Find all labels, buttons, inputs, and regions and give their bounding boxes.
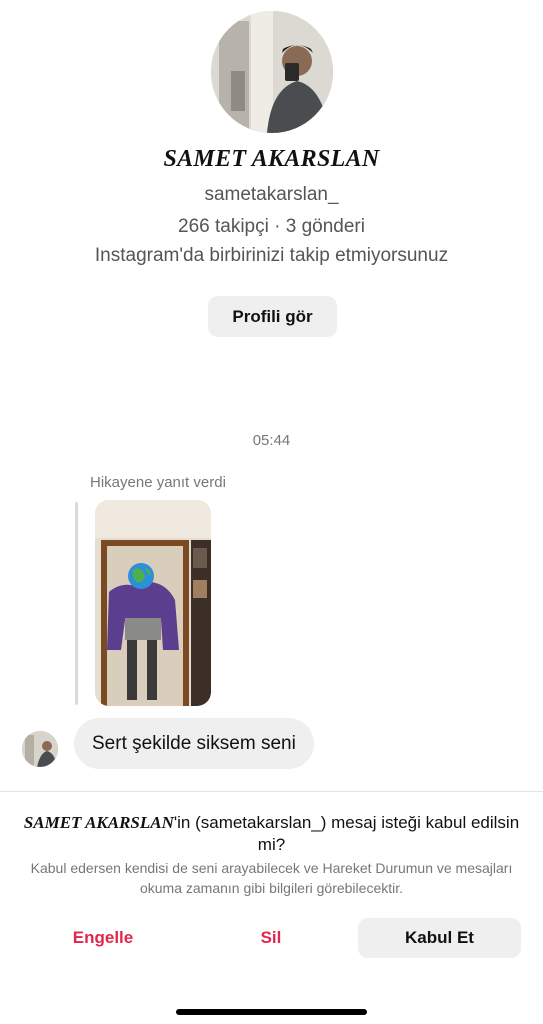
home-indicator[interactable] xyxy=(176,1009,367,1015)
request-divider xyxy=(0,791,543,792)
profile-avatar[interactable] xyxy=(211,11,333,133)
story-image xyxy=(95,500,211,706)
profile-name: SAMET AKARSLAN xyxy=(163,146,380,172)
request-sender-name: SAMET AKARSLAN xyxy=(23,813,174,832)
request-title: SAMET AKARSLAN'in (sametakarslan_) mesaj… xyxy=(16,812,527,856)
request-description: Kabul edersen kendisi de seni arayabilec… xyxy=(30,860,513,896)
request-title-text: 'in (sametakarslan_) mesaj isteği kabul … xyxy=(173,813,520,854)
message-bubble[interactable]: Sert şekilde siksem seni xyxy=(74,718,314,769)
story-reply-label: Hikayene yanıt verdi xyxy=(90,474,226,491)
message-timestamp: 05:44 xyxy=(252,432,291,449)
follow-status: Instagram'da birbirinizi takip etmiyorsu… xyxy=(94,245,449,266)
message-text: Sert şekilde siksem seni xyxy=(92,732,296,754)
profile-photo xyxy=(211,11,333,133)
delete-button[interactable]: Sil xyxy=(244,918,298,958)
view-profile-button[interactable]: Profili gör xyxy=(208,296,337,337)
profile-stats: 266 takipçi · 3 gönderi xyxy=(178,216,365,237)
sender-avatar[interactable] xyxy=(22,731,58,767)
profile-username: sametakarslan_ xyxy=(204,184,339,205)
sender-photo xyxy=(22,731,58,767)
accept-button[interactable]: Kabul Et xyxy=(358,918,521,958)
block-button[interactable]: Engelle xyxy=(54,918,152,958)
story-thumbnail[interactable] xyxy=(95,500,211,706)
story-reply-bar xyxy=(75,502,78,705)
